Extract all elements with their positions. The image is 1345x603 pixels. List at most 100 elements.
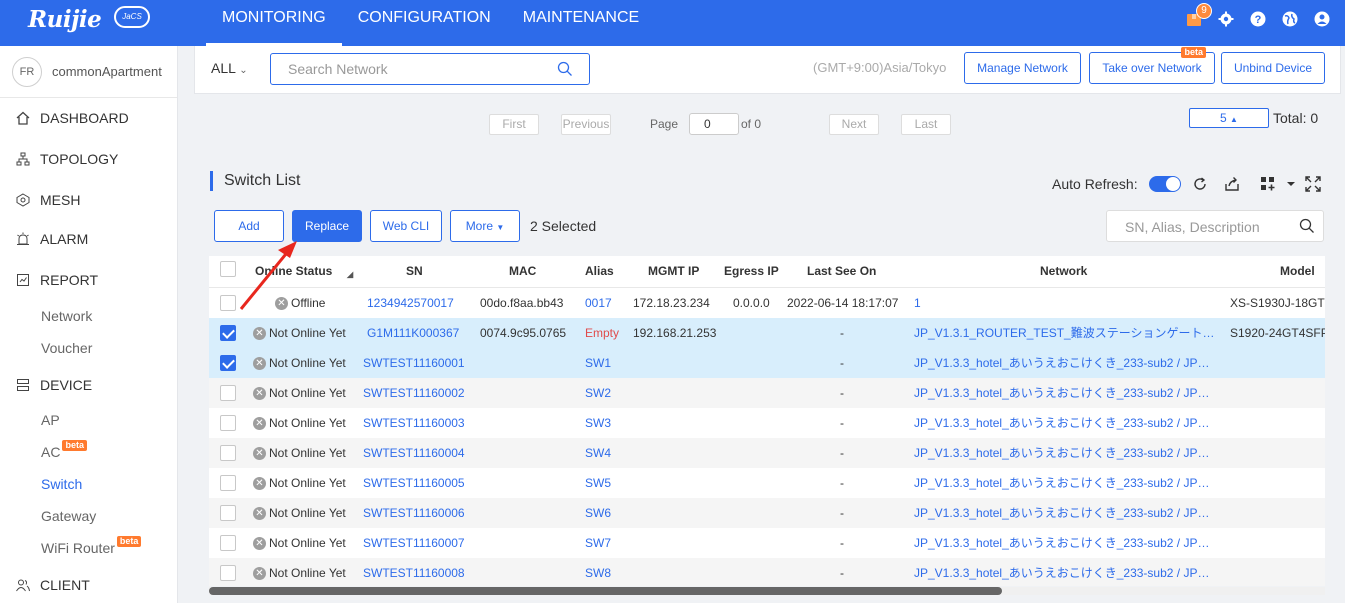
sn-link[interactable]: SWTEST11160006 [363, 498, 465, 528]
network-link[interactable]: JP_V1.3.3_hotel_あいうえおこけくき_233-sub2 / JP… [914, 528, 1214, 558]
column-header-sn[interactable]: SN [406, 256, 423, 287]
alias-link[interactable]: SW8 [585, 558, 611, 586]
unbind-device-button[interactable]: Unbind Device [1221, 52, 1325, 84]
alias-link[interactable]: SW7 [585, 528, 611, 558]
sn-link[interactable]: SWTEST11160005 [363, 468, 465, 498]
sidebar-item-report[interactable]: REPORT [0, 265, 177, 295]
network-link[interactable]: 1 [914, 288, 1214, 318]
sidebar-item-gateway[interactable]: Gateway [41, 504, 96, 528]
row-checkbox[interactable] [220, 325, 236, 341]
sidebar-item-report-network[interactable]: Network [41, 304, 92, 328]
tab-configuration[interactable]: CONFIGURATION [342, 0, 507, 46]
take-over-network-button[interactable]: Take over Network beta [1089, 47, 1215, 84]
last-page-button[interactable]: Last [901, 114, 951, 135]
manage-network-button[interactable]: Manage Network [964, 52, 1081, 84]
row-checkbox[interactable] [220, 295, 236, 311]
sort-icon[interactable]: ◢ [347, 259, 357, 290]
sidebar-item-device[interactable]: DEVICE [0, 370, 177, 400]
row-checkbox[interactable] [220, 505, 236, 521]
column-header-mac[interactable]: MAC [509, 256, 536, 287]
alias-link[interactable]: SW2 [585, 378, 611, 408]
search-icon[interactable] [1299, 218, 1315, 237]
table-row[interactable]: ✕ Not Online Yet SWTEST11160001 SW1 - JP_V1.3… [209, 348, 1325, 378]
table-row[interactable]: ✕ Not Online Yet SWTEST11160006 SW6 - JP_V1.3… [209, 498, 1325, 528]
notification-box-icon[interactable]: 9 [1185, 3, 1212, 28]
tab-maintenance[interactable]: MAINTENANCE [507, 0, 655, 46]
scope-select[interactable]: ALL ⌄ [211, 60, 248, 76]
help-icon[interactable]: ? [1249, 10, 1267, 28]
settings-gear-icon[interactable] [1217, 10, 1235, 28]
alias-link[interactable]: 0017 [585, 288, 612, 318]
sn-link[interactable]: SWTEST11160001 [363, 348, 465, 378]
sidebar-item-client[interactable]: CLIENT [0, 570, 177, 600]
alias-link[interactable]: SW4 [585, 438, 611, 468]
table-row[interactable]: ✕ Not Online Yet SWTEST11160003 SW3 - JP_V1.3… [209, 408, 1325, 438]
network-link[interactable]: JP_V1.3.3_hotel_あいうえおこけくき_233-sub2 / JP… [914, 378, 1214, 408]
table-row[interactable]: ✕ Not Online Yet G1M111K000367 0074.9c95.07… [209, 318, 1325, 348]
table-row[interactable]: ✕ Not Online Yet SWTEST11160002 SW2 - JP_V1.3… [209, 378, 1325, 408]
table-row[interactable]: ✕ Not Online Yet SWTEST11160008 SW8 - JP_V1.3… [209, 558, 1325, 586]
page-number-input[interactable]: 0 [689, 113, 739, 135]
sn-link[interactable]: SWTEST11160004 [363, 438, 465, 468]
sidebar-item-wifi-router[interactable]: WiFi Router beta [41, 536, 142, 560]
sidebar-item-dashboard[interactable]: DASHBOARD [0, 103, 177, 133]
sn-link[interactable]: 1234942570017 [367, 288, 454, 318]
page-size-select[interactable]: 5 ▲ [1189, 108, 1269, 128]
column-header-mgmt-ip[interactable]: MGMT IP [648, 256, 699, 287]
column-settings-icon[interactable] [1260, 176, 1276, 192]
row-checkbox[interactable] [220, 355, 236, 371]
sidebar-item-ap[interactable]: AP [41, 408, 60, 432]
network-link[interactable]: JP_V1.3.3_hotel_あいうえおこけくき_233-sub2 / JP… [914, 558, 1214, 586]
column-header-alias[interactable]: Alias [585, 256, 614, 287]
auto-refresh-toggle[interactable] [1149, 176, 1181, 192]
network-link[interactable]: JP_V1.3.3_hotel_あいうえおこけくき_233-sub2 / JP… [914, 468, 1214, 498]
alias-link[interactable]: SW3 [585, 408, 611, 438]
row-checkbox[interactable] [220, 445, 236, 461]
first-page-button[interactable]: First [489, 114, 539, 135]
select-all-checkbox[interactable] [220, 261, 236, 277]
table-row[interactable]: ✕ Not Online Yet SWTEST11160005 SW5 - JP_V1.3… [209, 468, 1325, 498]
previous-page-button[interactable]: Previous [561, 114, 611, 135]
table-search-input[interactable]: SN, Alias, Description [1106, 210, 1324, 242]
user-icon[interactable] [1313, 10, 1331, 28]
search-icon[interactable] [557, 61, 573, 80]
column-header-online-status[interactable]: Online Status [255, 256, 332, 287]
sidebar-item-switch[interactable]: Switch [41, 472, 82, 496]
add-button[interactable]: Add [214, 210, 284, 242]
row-checkbox[interactable] [220, 415, 236, 431]
network-search-input[interactable]: Search Network [270, 53, 590, 85]
sidebar-item-alarm[interactable]: ALARM [0, 224, 177, 254]
column-header-network[interactable]: Network [1040, 256, 1087, 287]
row-checkbox[interactable] [220, 565, 236, 581]
horizontal-scrollbar-thumb[interactable] [209, 587, 1002, 595]
table-row[interactable]: ✕ Offline 1234942570017 00do.f8aa.bb43 0017 1… [209, 288, 1325, 318]
table-row[interactable]: ✕ Not Online Yet SWTEST11160004 SW4 - JP_V1.3… [209, 438, 1325, 468]
sidebar-item-ac[interactable]: AC beta [41, 440, 87, 464]
sn-link[interactable]: SWTEST11160002 [363, 378, 465, 408]
more-button[interactable]: More ▼ [450, 210, 520, 242]
network-link[interactable]: JP_V1.3.3_hotel_あいうえおこけくき_233-sub2 / JP… [914, 498, 1214, 528]
sidebar-item-voucher[interactable]: Voucher [41, 336, 92, 360]
alias-link[interactable]: Empty [585, 318, 619, 348]
replace-button[interactable]: Replace [292, 210, 362, 242]
network-link[interactable]: JP_V1.3.3_hotel_あいうえおこけくき_233-sub2 / JP… [914, 438, 1214, 468]
table-row[interactable]: ✕ Not Online Yet SWTEST11160007 SW7 - JP_V1.3… [209, 528, 1325, 558]
next-page-button[interactable]: Next [829, 114, 879, 135]
alias-link[interactable]: SW5 [585, 468, 611, 498]
column-header-last-see-on[interactable]: Last See On [807, 256, 876, 287]
row-checkbox[interactable] [220, 475, 236, 491]
globe-icon[interactable] [1281, 10, 1299, 28]
sn-link[interactable]: G1M111K000367 [367, 318, 459, 348]
fullscreen-icon[interactable] [1305, 176, 1321, 192]
sidebar-item-topology[interactable]: TOPOLOGY [0, 144, 177, 174]
network-link[interactable]: JP_V1.3.3_hotel_あいうえおこけくき_233-sub2 / JP… [914, 408, 1214, 438]
row-checkbox[interactable] [220, 385, 236, 401]
tab-monitoring[interactable]: MONITORING [206, 0, 342, 46]
web-cli-button[interactable]: Web CLI [370, 210, 442, 242]
sn-link[interactable]: SWTEST11160008 [363, 558, 465, 586]
user-panel[interactable]: FR commonApartment [0, 46, 177, 98]
sn-link[interactable]: SWTEST11160003 [363, 408, 465, 438]
column-header-model[interactable]: Model [1280, 256, 1315, 287]
network-link[interactable]: JP_V1.3.1_ROUTER_TEST_難波ステーションゲート… [914, 318, 1214, 348]
column-header-egress-ip[interactable]: Egress IP [724, 256, 779, 287]
